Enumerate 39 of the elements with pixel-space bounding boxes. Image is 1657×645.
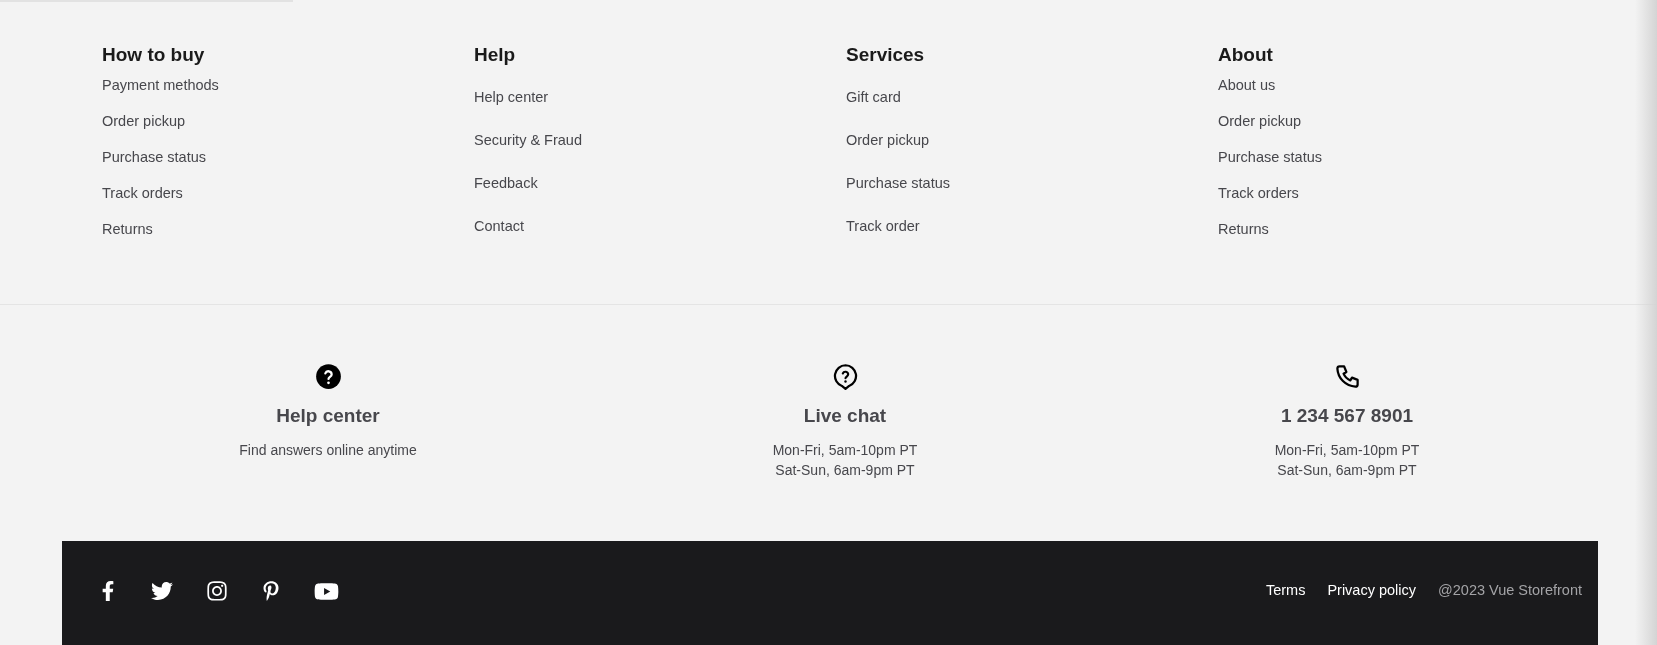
help-icon <box>314 363 342 390</box>
legal-link[interactable]: Privacy policy <box>1327 580 1417 602</box>
footer-link[interactable]: Payment methods <box>102 76 219 95</box>
footer-link[interactable]: Feedback <box>474 174 538 193</box>
contact-detail: Find answers online anytime <box>239 441 417 460</box>
footer-link[interactable]: Returns <box>1218 220 1269 239</box>
column-heading: Help <box>474 44 516 66</box>
footer-link[interactable]: Purchase status <box>1218 148 1322 167</box>
pinterest-icon[interactable] <box>261 581 281 601</box>
contact-title: 1 234 567 8901 <box>1280 404 1414 428</box>
contact-title: Help center <box>276 404 380 428</box>
copyright-text: @2023 Vue Storefront <box>1438 581 1582 601</box>
contact-detail: Sat-Sun, 6am-9pm PT <box>775 461 915 480</box>
footer-link[interactable]: Security & Fraud <box>474 131 582 150</box>
column-heading: Services <box>846 44 925 66</box>
footer-link[interactable]: Gift card <box>846 88 901 107</box>
footer-link[interactable]: Contact <box>474 217 524 236</box>
contact-detail: Sat-Sun, 6am-9pm PT <box>1277 461 1417 480</box>
contact-detail: Mon-Fri, 5am-10pm PT <box>1274 441 1420 460</box>
footer-link[interactable]: Order pickup <box>102 112 185 131</box>
phone-icon <box>1333 363 1361 390</box>
footer-link[interactable]: Purchase status <box>846 174 950 193</box>
column-heading: How to buy <box>102 44 205 66</box>
footer-link[interactable]: Help center <box>474 88 549 107</box>
column-heading: About <box>1218 44 1273 66</box>
legal-link[interactable]: Terms <box>1265 580 1306 602</box>
footer-link[interactable]: Purchase status <box>102 148 206 167</box>
footer-link[interactable]: Track orders <box>102 184 183 203</box>
twitter-icon[interactable] <box>151 580 173 602</box>
footer-link[interactable]: Returns <box>102 220 153 239</box>
instagram-icon[interactable] <box>206 580 228 602</box>
footer-link[interactable]: Track orders <box>1218 184 1299 203</box>
contact-detail: Mon-Fri, 5am-10pm PT <box>772 441 918 460</box>
footer-link[interactable]: About us <box>1218 76 1276 95</box>
footer-link[interactable]: Order pickup <box>846 131 929 150</box>
contact-title: Live chat <box>803 404 887 428</box>
footer-link[interactable]: Track order <box>846 217 920 236</box>
chat-question-icon <box>831 363 859 390</box>
footer-link[interactable]: Order pickup <box>1218 112 1301 131</box>
